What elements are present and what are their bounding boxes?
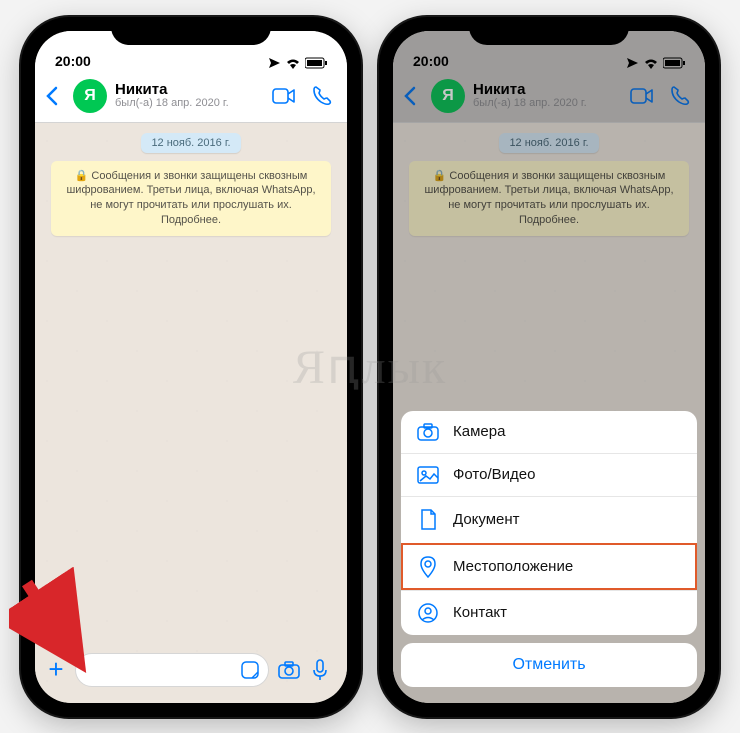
chevron-left-icon	[45, 86, 59, 106]
notch	[111, 17, 271, 45]
airplane-icon	[267, 57, 281, 69]
mic-button[interactable]	[311, 658, 337, 682]
mic-icon	[311, 658, 329, 682]
encryption-notice[interactable]: 🔒 Сообщения и звонки защищены сквозным ш…	[409, 161, 689, 236]
camera-button[interactable]	[277, 660, 303, 680]
video-icon	[630, 87, 654, 105]
chevron-left-icon	[403, 86, 417, 106]
cancel-button[interactable]: Отменить	[401, 643, 697, 687]
video-call-button[interactable]	[269, 87, 299, 105]
chat-header: Я Никита был(-а) 18 апр. 2020 г.	[393, 71, 705, 123]
status-icons	[625, 57, 685, 69]
video-icon	[272, 87, 296, 105]
notch	[469, 17, 629, 45]
attachment-action-sheet: Камера Фото/Видео Документ Местоположени…	[401, 411, 697, 687]
pin-icon	[417, 556, 439, 578]
sheet-item-label: Местоположение	[453, 558, 573, 575]
wifi-icon	[643, 57, 659, 69]
status-time: 20:00	[55, 53, 91, 69]
date-pill: 12 нояб. 2016 г.	[141, 133, 240, 153]
chat-header: Я Никита был(-а) 18 апр. 2020 г.	[35, 71, 347, 123]
contact-name: Никита	[473, 82, 619, 98]
contact-status: был(-а) 18 апр. 2020 г.	[115, 98, 261, 110]
video-call-button[interactable]	[627, 87, 657, 105]
phone-icon	[669, 85, 691, 107]
sheet-item-label: Контакт	[453, 604, 507, 621]
date-pill: 12 нояб. 2016 г.	[499, 133, 598, 153]
document-icon	[417, 509, 439, 531]
voice-call-button[interactable]	[307, 85, 337, 107]
wifi-icon	[285, 57, 301, 69]
back-button[interactable]	[403, 86, 423, 106]
battery-icon	[663, 57, 685, 69]
phone-right: 20:00 Я Никита был(-а) 18 апр. 2020 г.	[379, 17, 719, 717]
sheet-item-label: Документ	[453, 511, 520, 528]
avatar-letter: Я	[442, 87, 454, 105]
back-button[interactable]	[45, 86, 65, 106]
camera-icon	[277, 660, 301, 680]
contact-info[interactable]: Никита был(-а) 18 апр. 2020 г.	[473, 82, 619, 109]
sheet-item-label: Фото/Видео	[453, 466, 535, 483]
voice-call-button[interactable]	[665, 85, 695, 107]
contact-info[interactable]: Никита был(-а) 18 апр. 2020 г.	[115, 82, 261, 109]
camera-icon	[417, 423, 439, 441]
phone-left: 20:00 Я Никита был(-а) 18 апр. 2020 г.	[21, 17, 361, 717]
avatar-letter: Я	[84, 87, 96, 105]
sheet-item-location[interactable]: Местоположение	[401, 543, 697, 590]
sheet-group: Камера Фото/Видео Документ Местоположени…	[401, 411, 697, 635]
sheet-item-document[interactable]: Документ	[401, 496, 697, 543]
image-icon	[417, 466, 439, 484]
status-icons	[267, 57, 327, 69]
contact-name: Никита	[115, 82, 261, 98]
cancel-label: Отменить	[512, 656, 585, 673]
person-icon	[417, 603, 439, 623]
sheet-item-camera[interactable]: Камера	[401, 411, 697, 453]
sticker-icon[interactable]	[240, 660, 260, 680]
sheet-item-contact[interactable]: Контакт	[401, 590, 697, 635]
red-arrow-annotation	[9, 567, 129, 687]
avatar[interactable]: Я	[431, 79, 465, 113]
sheet-item-photo-video[interactable]: Фото/Видео	[401, 453, 697, 496]
sheet-item-label: Камера	[453, 423, 505, 440]
screen-right: 20:00 Я Никита был(-а) 18 апр. 2020 г.	[393, 31, 705, 703]
contact-status: был(-а) 18 апр. 2020 г.	[473, 98, 619, 110]
status-time: 20:00	[413, 53, 449, 69]
avatar[interactable]: Я	[73, 79, 107, 113]
airplane-icon	[625, 57, 639, 69]
phone-icon	[311, 85, 333, 107]
battery-icon	[305, 57, 327, 69]
encryption-notice[interactable]: 🔒 Сообщения и звонки защищены сквозным ш…	[51, 161, 331, 236]
